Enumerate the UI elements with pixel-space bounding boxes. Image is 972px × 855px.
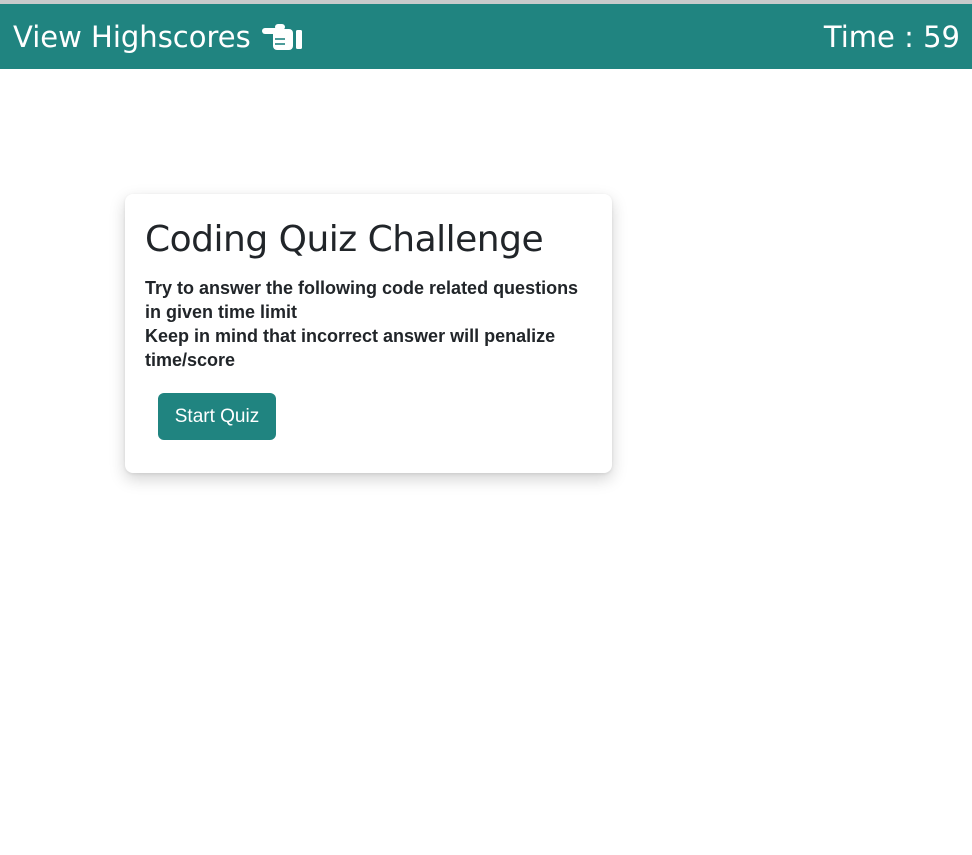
pointing-hand-icon: [261, 22, 303, 52]
quiz-title: Coding Quiz Challenge: [145, 219, 544, 260]
description-line: Try to answer the following code related…: [145, 278, 579, 322]
intro-card: Coding Quiz Challenge Try to answer the …: [125, 194, 612, 473]
start-quiz-button[interactable]: Start Quiz: [158, 393, 276, 440]
header-bar: View Highscores Time : 59: [0, 4, 972, 69]
timer-display: Time : 59: [823, 20, 960, 54]
view-highscores-label: View Highscores: [13, 20, 251, 54]
quiz-description: Try to answer the following code related…: [145, 276, 592, 372]
view-highscores-link[interactable]: View Highscores: [13, 17, 303, 57]
description-line: Keep in mind that incorrect answer will …: [145, 326, 556, 370]
